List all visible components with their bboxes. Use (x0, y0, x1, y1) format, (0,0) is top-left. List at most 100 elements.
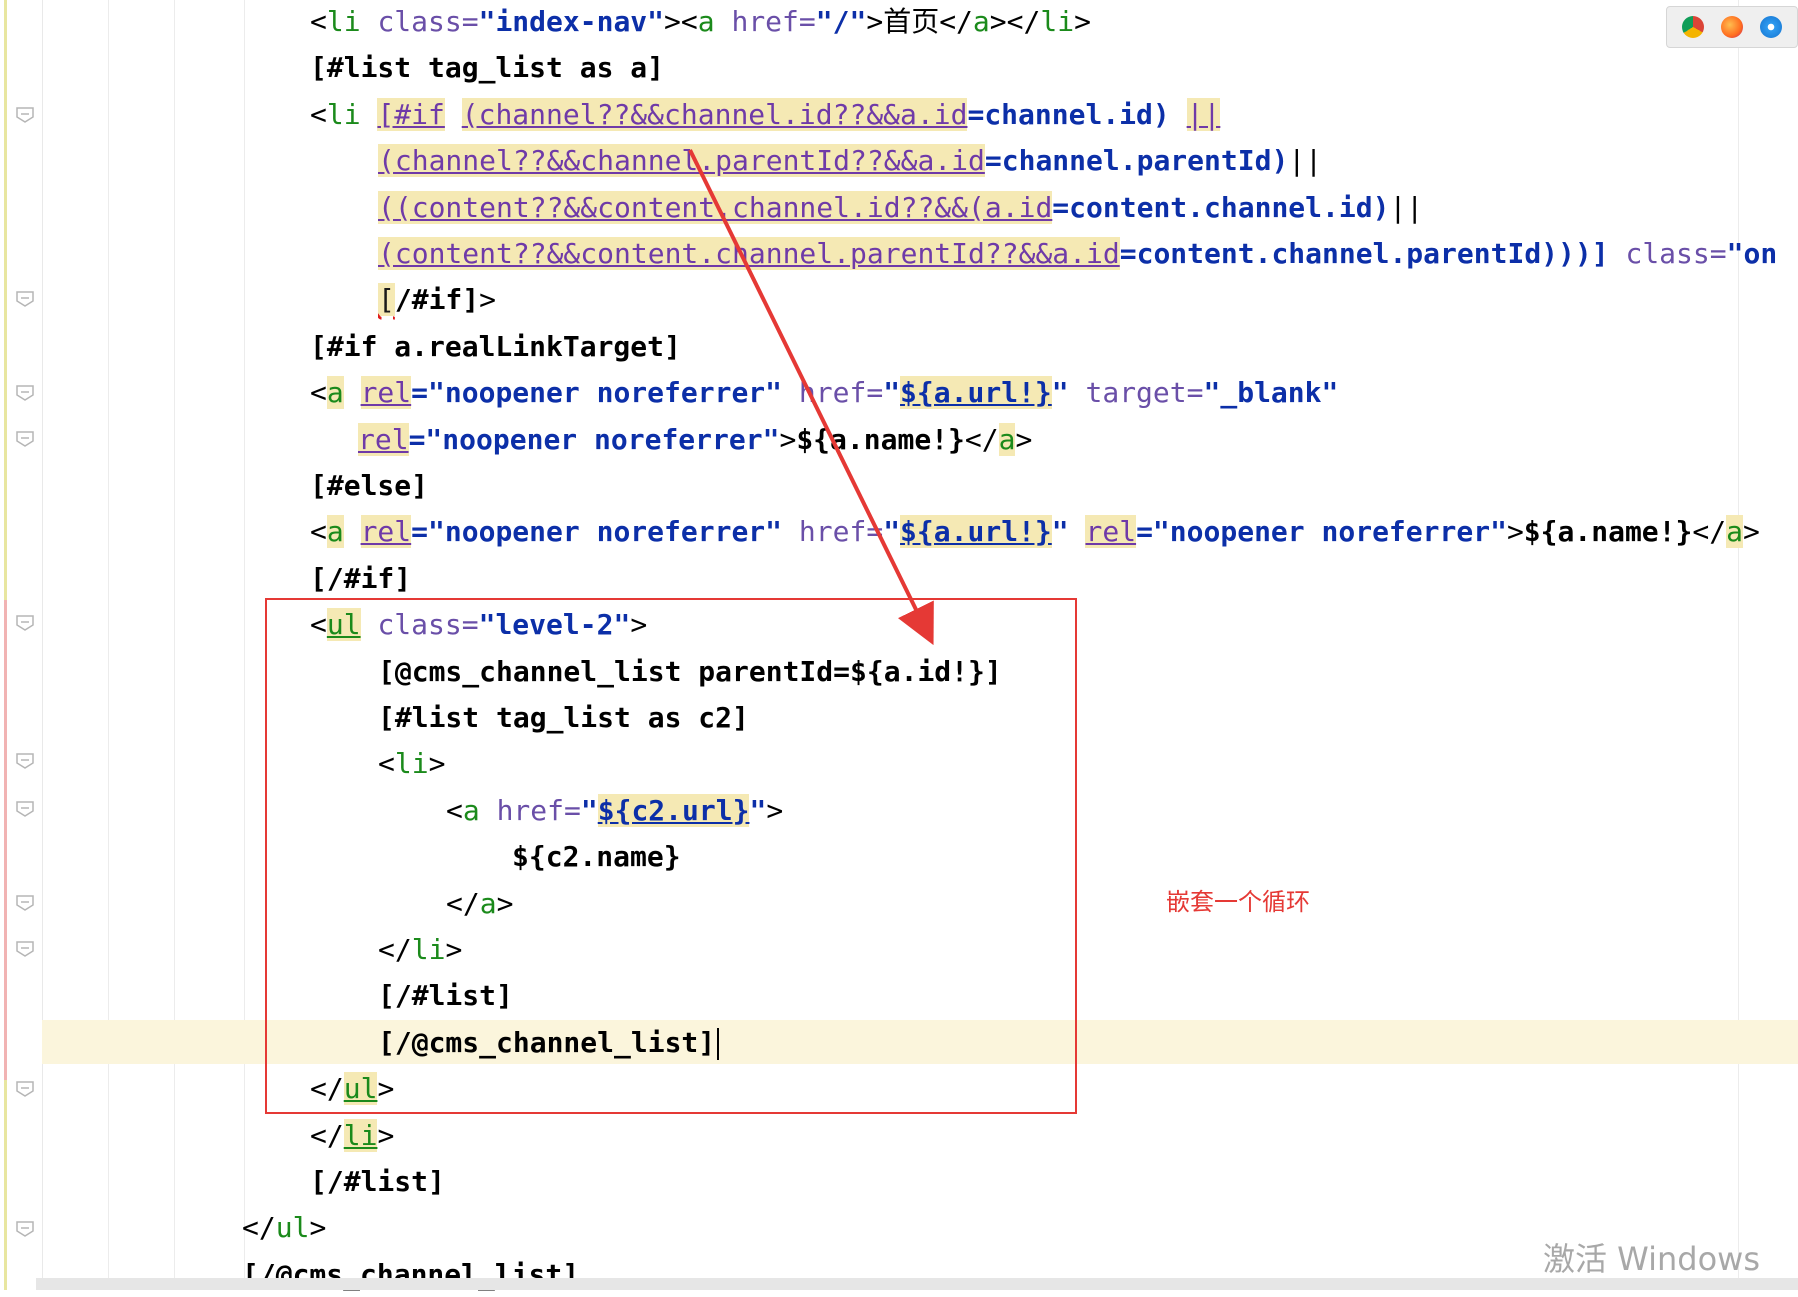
code-token: [/#if] (310, 562, 412, 595)
code-token: < (310, 98, 327, 131)
code-token: li (343, 1119, 378, 1152)
code-token: ="noopener noreferrer" (408, 423, 780, 456)
annotation-box (265, 598, 1077, 1114)
fold-toggle-icon[interactable] (14, 940, 36, 958)
code-token: rel (1085, 515, 1137, 548)
fold-toggle-icon[interactable] (14, 430, 36, 448)
code-token: < (310, 5, 327, 38)
code-token: "on (1726, 237, 1778, 270)
code-token: > (1015, 423, 1033, 456)
code-token: target= (1085, 376, 1204, 409)
horizontal-scrollbar[interactable] (36, 1278, 1798, 1290)
code-token: " (883, 376, 901, 409)
fold-toggle-icon[interactable] (14, 894, 36, 912)
code-token: a (697, 5, 732, 38)
code-token: class= (377, 5, 479, 38)
code-token: ${a.name!} (1523, 515, 1693, 548)
code-token: =content.channel.id) (1052, 191, 1390, 224)
code-token: </ (1692, 515, 1727, 548)
code-token: "_blank" (1203, 376, 1339, 409)
code-line[interactable]: rel="noopener noreferrer">${a.name!}</a> (358, 418, 1032, 462)
code-token: ) (1152, 98, 1187, 131)
change-marker (4, 1080, 7, 1290)
code-token: li (326, 5, 378, 38)
code-line[interactable]: <a rel="noopener noreferrer" href="${a.u… (310, 371, 1338, 415)
code-line[interactable]: [/#list] (310, 1160, 445, 1204)
fold-toggle-icon[interactable] (14, 384, 36, 402)
code-token: /#if] (394, 283, 480, 316)
code-line[interactable]: [/#if] (310, 557, 411, 601)
code-token: || (1186, 98, 1221, 131)
code-token: ((content??&&content.channel.id??&&(a.id (378, 191, 1053, 224)
code-line[interactable]: </ul> (242, 1206, 326, 1250)
code-line[interactable]: (channel??&&channel.parentId??&&a.id=cha… (378, 139, 1322, 183)
fold-toggle-icon[interactable] (14, 614, 36, 632)
code-token: [#if a.realLinkTarget] (310, 330, 681, 363)
code-line[interactable]: (content??&&content.channel.parentId??&&… (378, 232, 1777, 276)
code-token: (content??&&content.channel.parentId??&&… (378, 237, 1120, 270)
code-token: rel (360, 376, 412, 409)
code-line[interactable]: [/@cms_channel_list] (242, 1253, 579, 1297)
fold-toggle-icon[interactable] (14, 800, 36, 818)
code-token: a (972, 5, 990, 38)
code-line[interactable]: [/#if]> (378, 278, 496, 322)
code-token: rel (358, 423, 409, 456)
code-token: "/" (815, 5, 867, 38)
code-token: > (1506, 515, 1524, 548)
gutter-divider (42, 0, 43, 1290)
code-token: " (1051, 376, 1069, 409)
code-line[interactable]: <li class="index-nav"><a href="/">首页</a>… (310, 0, 1091, 44)
code-token: rel (360, 515, 412, 548)
windows-activation-watermark: 激活 Windows (1542, 1240, 1760, 1278)
code-token: li (1040, 5, 1075, 38)
code-token: > (1074, 5, 1091, 38)
code-token: href= (798, 515, 884, 548)
code-token: < (310, 515, 327, 548)
code-token: "index-nav" (478, 5, 665, 38)
code-line[interactable]: <a rel="noopener noreferrer" href="${a.u… (310, 510, 1760, 554)
code-line[interactable]: [#if a.realLinkTarget] (310, 325, 681, 369)
code-token: < (310, 376, 327, 409)
firefox-icon[interactable] (1720, 16, 1743, 38)
code-token: ></ (989, 5, 1041, 38)
fold-toggle-icon[interactable] (14, 1080, 36, 1098)
browser-preview-bar (1666, 6, 1798, 48)
code-token: a (1726, 515, 1743, 548)
change-marker (4, 0, 7, 600)
code-token: href= (798, 376, 884, 409)
fold-toggle-icon[interactable] (14, 106, 36, 124)
code-line[interactable]: [#list tag_list as a] (310, 46, 664, 90)
indent-guide (174, 0, 175, 1290)
code-token: < (680, 5, 698, 38)
code-token: </ (242, 1211, 276, 1244)
code-line[interactable]: <li [#if (channel??&&channel.id??&&a.id=… (310, 93, 1221, 137)
indent-guide (244, 0, 245, 1290)
code-line[interactable]: [#else] (310, 464, 428, 508)
fold-toggle-icon[interactable] (14, 752, 36, 770)
code-token: || (1389, 191, 1424, 224)
code-token: </ (310, 1119, 344, 1152)
code-line[interactable]: </li> (310, 1114, 394, 1158)
code-token: > (779, 423, 797, 456)
code-token: [/#list] (310, 1165, 445, 1198)
code-token: href= (731, 5, 816, 38)
fold-toggle-icon[interactable] (14, 1220, 36, 1238)
safari-icon[interactable] (1760, 16, 1783, 38)
code-token: " (1051, 515, 1069, 548)
code-token: > (377, 1119, 395, 1152)
fold-toggle-icon[interactable] (14, 290, 36, 308)
code-line[interactable]: ((content??&&content.channel.id??&&(a.id… (378, 186, 1423, 230)
code-token: " (883, 515, 901, 548)
right-margin-guide (1738, 0, 1739, 1290)
code-token: > (309, 1211, 327, 1244)
code-token: ="noopener noreferrer" (411, 515, 783, 548)
code-token: a (326, 376, 344, 409)
chrome-icon[interactable] (1681, 16, 1704, 38)
code-token: a (326, 515, 344, 548)
